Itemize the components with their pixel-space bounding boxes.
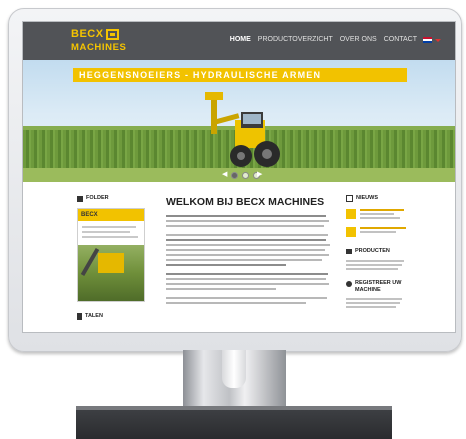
folder-brochure-brand: BECX (81, 212, 98, 218)
text-line (166, 254, 329, 256)
products-heading: PRODUCTEN (346, 247, 408, 256)
talen-heading-label: TALEN (85, 313, 103, 319)
news-line (360, 217, 400, 219)
calendar-icon (346, 195, 353, 202)
news-thumbnail (346, 227, 356, 237)
text-line (166, 283, 329, 285)
products-line (346, 260, 404, 262)
products-text (346, 260, 408, 270)
slider-dot-1[interactable] (231, 172, 238, 179)
main-nav: HOME PRODUCTOVERZICHT OVER ONS CONTACT (223, 35, 441, 45)
news-item[interactable] (346, 209, 408, 221)
main-column: WELKOM BIJ BECX MACHINES (166, 196, 331, 307)
text-line (166, 297, 327, 299)
hedge-trimmer-machine-image (205, 92, 280, 167)
monitor-stand-base (76, 410, 392, 439)
logo-mark-icon (105, 29, 119, 40)
page-title: WELKOM BIJ BECX MACHINES (166, 196, 325, 208)
document-icon (77, 195, 83, 202)
slider-dot-2[interactable] (242, 172, 249, 179)
products-line (346, 264, 402, 266)
register-line (346, 306, 396, 308)
site-logo[interactable]: BECX MACHINES (71, 28, 141, 54)
text-line (166, 302, 306, 304)
news-thumbnail (346, 209, 356, 219)
text-line (166, 215, 326, 217)
products-line (346, 268, 398, 270)
folder-heading-label: FOLDER (86, 195, 109, 201)
trimmer-head (205, 92, 223, 100)
left-sidebar: FOLDER BECX TALEN (77, 194, 145, 320)
text-line (166, 278, 326, 280)
tractor-hub-front (237, 152, 245, 160)
text-line (166, 239, 326, 241)
news-heading-label: NIEUWS (356, 195, 378, 201)
talen-heading: TALEN (77, 312, 103, 321)
news-line (360, 231, 396, 233)
nav-item-home[interactable]: HOME (230, 35, 251, 45)
nav-item-productoverzicht[interactable]: PRODUCTOVERZICHT (258, 35, 333, 45)
check-circle-icon (346, 281, 352, 287)
text-line (166, 234, 328, 236)
page-content: FOLDER BECX TALEN WELKOM BIJ BECX MACHIN… (23, 182, 455, 332)
dutch-flag-icon[interactable] (423, 37, 432, 43)
site-header: BECX MACHINES HOME PRODUCTOVERZICHT OVER… (23, 22, 455, 60)
text-line (166, 220, 329, 222)
news-item[interactable] (346, 227, 408, 237)
register-heading: REGISTREER UW MACHINE (346, 280, 408, 294)
language-dropdown-caret-icon[interactable] (435, 38, 441, 42)
brochure-line (82, 236, 138, 238)
brochure-line (82, 231, 130, 233)
news-line (360, 213, 394, 215)
register-line (346, 298, 402, 300)
monitor-stand-slot (222, 350, 246, 388)
monitor-screen: BECX MACHINES HOME PRODUCTOVERZICHT OVER… (22, 21, 456, 333)
logo-subtitle: MACHINES (71, 42, 127, 53)
news-text (360, 209, 408, 221)
text-line (166, 273, 328, 275)
register-text (346, 298, 408, 308)
folder-brochure-image[interactable]: BECX (77, 208, 145, 302)
folder-heading: FOLDER (77, 194, 145, 203)
register-line (346, 302, 400, 304)
hero-banner: HEGGENSNOEIERS - HYDRAULISCHE ARMEN (73, 68, 407, 82)
logo-top-row: BECX (71, 28, 119, 41)
tractor-window (243, 114, 261, 124)
welcome-text (166, 215, 331, 304)
hero-slider: HEGGENSNOEIERS - HYDRAULISCHE ARMEN ◀ ▶ (23, 60, 455, 182)
news-title-line (360, 209, 404, 211)
text-line (166, 225, 324, 227)
brochure-line (82, 226, 136, 228)
cart-icon (346, 249, 352, 254)
text-line (166, 288, 276, 290)
folder-brochure-machine (98, 253, 124, 273)
slider-next-icon[interactable]: ▶ (257, 171, 262, 179)
tractor-hub-rear (262, 149, 272, 159)
folder-brochure-text (78, 221, 144, 245)
nav-item-contact[interactable]: CONTACT (384, 35, 417, 45)
nav-item-over-ons[interactable]: OVER ONS (340, 35, 377, 45)
right-sidebar: NIEUWS PRODUCTEN REGISTREER UW MACHINE (346, 194, 408, 310)
products-heading-label: PRODUCTEN (355, 248, 390, 254)
news-text (360, 227, 408, 237)
text-line (166, 264, 286, 266)
folder-brochure-header: BECX (78, 209, 144, 221)
slider-prev-icon[interactable]: ◀ (222, 171, 227, 179)
pin-icon (77, 313, 82, 320)
register-heading-label: REGISTREER UW MACHINE (355, 280, 402, 293)
text-line (166, 249, 325, 251)
text-line (166, 244, 330, 246)
news-title-line (360, 227, 406, 229)
text-line (166, 259, 322, 261)
news-heading: NIEUWS (346, 194, 408, 203)
logo-word: BECX (71, 28, 104, 40)
hero-banner-text: HEGGENSNOEIERS - HYDRAULISCHE ARMEN (79, 69, 322, 80)
flag-stripe-blue (423, 41, 432, 43)
